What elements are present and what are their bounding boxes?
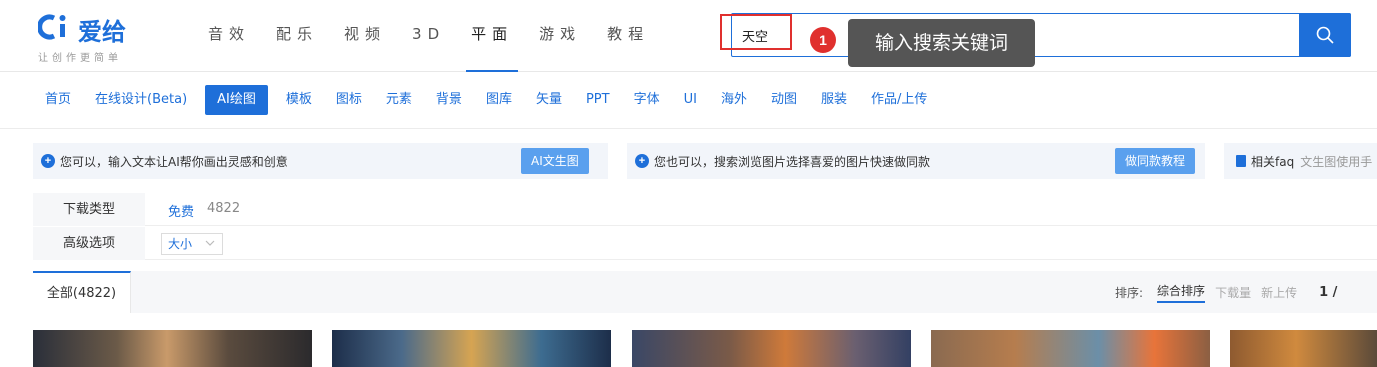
top-nav-music[interactable]: 配乐 bbox=[263, 0, 331, 72]
category-upload[interactable]: 作品/上传 bbox=[859, 85, 939, 115]
sort-bar: 排序: 综合排序 下载量 新上传 1 / bbox=[1115, 271, 1337, 313]
faq-info-bar: 相关faq 文生图使用手 bbox=[1224, 143, 1377, 179]
category-background[interactable]: 背景 bbox=[424, 85, 474, 115]
plus-circle-icon: + bbox=[41, 154, 55, 168]
category-icon[interactable]: 图标 bbox=[324, 85, 374, 115]
step-badge: 1 bbox=[810, 27, 836, 53]
top-nav-game[interactable]: 游戏 bbox=[526, 0, 594, 72]
search-button[interactable] bbox=[1299, 13, 1351, 57]
category-ai-drawing[interactable]: AI绘图 bbox=[205, 85, 268, 115]
ai-text-info: 您可以，输入文本让AI帮你画出灵感和创意 bbox=[60, 154, 288, 169]
filter-label: 下载类型 bbox=[33, 193, 145, 226]
category-nav: 首页 在线设计(Beta) AI绘图 模板 图标 元素 背景 图库 矢量 PPT… bbox=[33, 84, 939, 116]
plus-circle-icon: + bbox=[635, 154, 649, 168]
filter-label: 高级选项 bbox=[33, 227, 145, 260]
category-overseas[interactable]: 海外 bbox=[709, 85, 759, 115]
category-home[interactable]: 首页 bbox=[33, 85, 83, 115]
page-indicator: 1 / bbox=[1319, 284, 1338, 300]
search-keyword-highlight bbox=[720, 14, 792, 50]
sort-newest[interactable]: 新上传 bbox=[1261, 284, 1297, 301]
faq-link[interactable]: 文生图使用手 bbox=[1300, 153, 1372, 170]
sort-comprehensive[interactable]: 综合排序 bbox=[1157, 282, 1206, 303]
site-logo[interactable]: 爱给 让创作更简单 bbox=[37, 12, 158, 64]
filter-free-option[interactable]: 免费 bbox=[168, 201, 194, 220]
category-template[interactable]: 模板 bbox=[274, 85, 324, 115]
top-nav-video[interactable]: 视频 bbox=[331, 0, 399, 72]
category-font[interactable]: 字体 bbox=[622, 85, 672, 115]
result-thumbnail[interactable] bbox=[33, 330, 312, 367]
top-nav-sound[interactable]: 音效 bbox=[195, 0, 263, 72]
ai-text-to-image-button[interactable]: AI文生图 bbox=[521, 148, 589, 174]
category-vector[interactable]: 矢量 bbox=[524, 85, 574, 115]
same-style-info-bar: + 您也可以，搜索浏览图片选择喜爱的图片快速做同款 做同款教程 bbox=[627, 143, 1205, 179]
sort-downloads[interactable]: 下载量 bbox=[1215, 284, 1251, 301]
document-icon bbox=[1236, 155, 1246, 167]
category-gallery[interactable]: 图库 bbox=[474, 85, 524, 115]
results-toolbar: 全部(4822) 排序: 综合排序 下载量 新上传 1 / bbox=[33, 271, 1377, 313]
filter-free-count: 4822 bbox=[207, 201, 241, 216]
top-nav-graphic[interactable]: 平面 bbox=[458, 0, 526, 72]
result-thumbnail[interactable] bbox=[1230, 330, 1377, 367]
category-element[interactable]: 元素 bbox=[374, 85, 424, 115]
category-ppt[interactable]: PPT bbox=[574, 85, 622, 115]
top-nav-tutorial[interactable]: 教程 bbox=[594, 0, 662, 72]
logo-name: 爱给 bbox=[78, 18, 126, 46]
tab-all[interactable]: 全部(4822) bbox=[33, 271, 131, 313]
category-online-design[interactable]: 在线设计(Beta) bbox=[83, 85, 199, 115]
top-nav-3d[interactable]: 3D bbox=[399, 0, 458, 72]
sort-label: 排序: bbox=[1115, 285, 1144, 300]
same-style-tutorial-button[interactable]: 做同款教程 bbox=[1115, 148, 1196, 174]
result-thumbnail[interactable] bbox=[931, 330, 1210, 367]
filter-advanced: 高级选项 大小 bbox=[33, 227, 1377, 260]
filter-download-type: 下载类型 免费 4822 bbox=[33, 193, 1377, 226]
logo-mark-icon bbox=[37, 12, 74, 49]
top-bar: 爱给 让创作更简单 音效 配乐 视频 3D 平面 游戏 教程 天空 1 输入搜索… bbox=[0, 0, 1377, 72]
category-gif[interactable]: 动图 bbox=[759, 85, 809, 115]
top-nav: 音效 配乐 视频 3D 平面 游戏 教程 bbox=[195, 0, 662, 72]
size-select[interactable]: 大小 bbox=[161, 233, 223, 255]
logo-slogan: 让创作更简单 bbox=[38, 53, 122, 64]
result-thumbnail[interactable] bbox=[332, 330, 611, 367]
faq-label[interactable]: 相关faq bbox=[1251, 153, 1294, 170]
same-style-info: 您也可以，搜索浏览图片选择喜爱的图片快速做同款 bbox=[654, 154, 931, 169]
chevron-down-icon bbox=[204, 236, 216, 256]
category-clothing[interactable]: 服装 bbox=[809, 85, 859, 115]
nav-divider bbox=[0, 128, 1377, 129]
search-icon bbox=[1316, 26, 1334, 44]
category-ui[interactable]: UI bbox=[672, 85, 709, 115]
size-select-value: 大小 bbox=[168, 237, 193, 251]
ai-text-info-bar: + 您可以，输入文本让AI帮你画出灵感和创意 AI文生图 bbox=[33, 143, 608, 179]
annotation-tooltip: 输入搜索关键词 bbox=[848, 19, 1035, 67]
result-thumbnail[interactable] bbox=[632, 330, 911, 367]
